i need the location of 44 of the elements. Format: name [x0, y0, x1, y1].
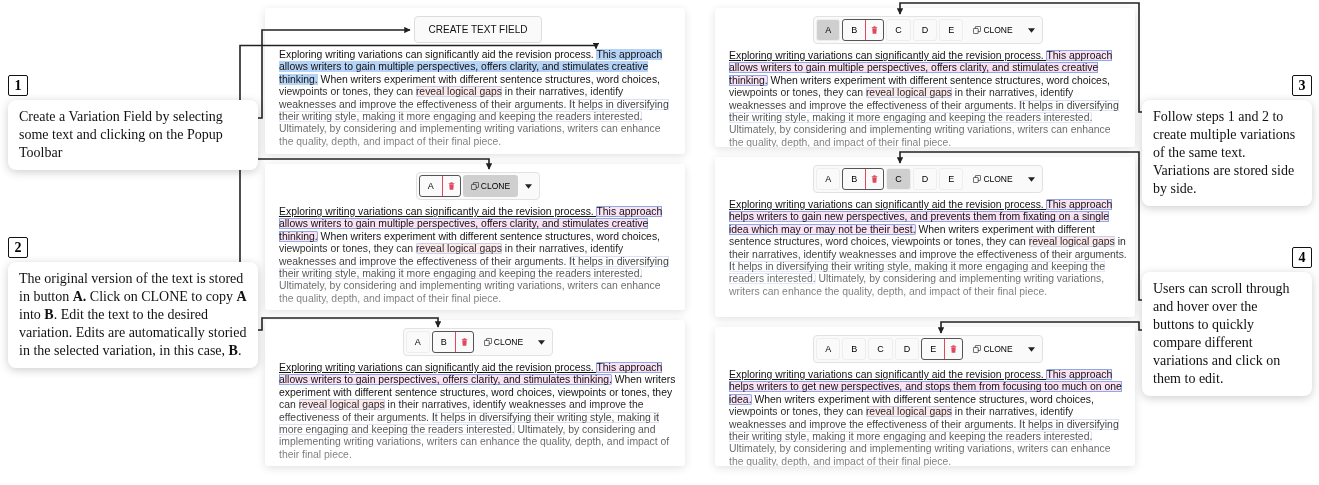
- variation-button[interactable]: A: [816, 19, 841, 41]
- callout: Users can scroll through and hover over the buttons to quickly compare different variations and click on them to edit.: [1142, 272, 1312, 396]
- variation-button[interactable]: E: [939, 19, 964, 41]
- caret-icon: [1027, 27, 1035, 33]
- callout: Create a Variation Field by selecting some text and clicking on the Popup Toolbar: [8, 100, 258, 170]
- variation-button[interactable]: D: [894, 338, 920, 360]
- step-number: 3: [1292, 75, 1312, 96]
- paragraph-text[interactable]: Exploring writing variations can significantly aid the revision process. This approach allows writers to gain perspectives, offers clarity, and stimulates thinking. When writers experiment with different sentence structures, word choices, viewpoints or tones, they can reveal logical gaps in their narratives, identify weaknesses and improve the effectiveness of their arguments. It helps in diversifying their writing style, making it more engaging and keeping the readers interested. Ultimately, by considering and implementing writing variations, writers can enhance the quality, depth, and impact of their final piece.: [279, 362, 677, 462]
- caret-icon: [1027, 176, 1035, 182]
- paragraph-text[interactable]: Exploring writing variations can significantly aid the revision process. This approach allows writers to gain multiple perspectives, offers clarity, and stimulates creative thinking. When writers experiment with different sentence structures, word choices, viewpoints or tones, they can reveal logical gaps in their narratives, identify weaknesses and improve the effectiveness of their arguments. It helps in diversifying their writing style, making it more engaging and keeping the readers interested. Ultimately, by considering and implementing writing variations, writers can enhance the quality, depth, and impact of their final piece.: [729, 50, 1127, 147]
- variation-button[interactable]: E: [921, 338, 964, 360]
- variation-button[interactable]: C: [886, 168, 911, 190]
- paragraph-text[interactable]: Exploring writing variations can significantly aid the revision process. This approach allows writers to gain multiple perspectives, offers clarity, and stimulates creative thinking. When writers experiment with different sentence structures, word choices, viewpoints or tones, they can reveal logical gaps in their narratives, identify weaknesses and improve the effectiveness of their arguments. It helps in diversifying their writing style, making it more engaging and keeping the readers interested. Ultimately, by considering and implementing writing variations, writers can enhance the quality, depth, and impact of their final piece.: [279, 206, 677, 306]
- copy-icon: [973, 26, 982, 34]
- paragraph-text[interactable]: Exploring writing variations can significantly aid the revision process. This approach helps writers to get new perspectives, and stops them from focusing too much on one idea. When writers experiment with different sentence structures, word choices, viewpoints or tones, they can reveal logical gaps in their narratives, identify weaknesses and improve the effectiveness of their arguments. It helps in diversifying their writing style, making it more engaging and keeping the readers interested. Ultimately, by considering and implementing writing variations, writers can enhance the quality, depth, and impact of their final piece.: [729, 369, 1127, 466]
- copy-icon: [470, 182, 479, 190]
- variation-button[interactable]: A: [816, 168, 841, 190]
- variation-button[interactable]: B: [842, 19, 885, 41]
- paragraph-text[interactable]: Exploring writing variations can significantly aid the revision process. This approach allows writers to gain multiple perspectives, offers clarity, and stimulates creative thinking. When writers experiment with different sentence structures, word choices, viewpoints or tones, they can reveal logical gaps in their narratives, identify weaknesses and improve the effectiveness of their arguments. It helps in diversifying their writing style, making it more engaging and keeping the readers interested. Ultimately, by considering and implementing writing variations, writers can enhance the quality, depth, and impact of their final piece.: [279, 49, 677, 149]
- variation-button[interactable]: B: [842, 168, 885, 190]
- step-number: 4: [1292, 247, 1312, 268]
- create-text-field-button[interactable]: CREATE TEXT FIELD: [413, 16, 543, 43]
- caret-icon: [538, 339, 546, 345]
- variation-button[interactable]: B: [431, 331, 474, 353]
- variation-button[interactable]: A: [405, 331, 430, 353]
- variation-button[interactable]: A: [418, 175, 461, 197]
- clone-button[interactable]: CLONE: [462, 175, 519, 197]
- variation-button[interactable]: A: [816, 338, 841, 360]
- variation-button[interactable]: C: [868, 338, 893, 360]
- step-number: 2: [8, 237, 28, 258]
- variation-button[interactable]: B: [842, 338, 867, 360]
- caret-icon: [525, 183, 533, 189]
- copy-icon: [973, 345, 982, 353]
- variation-button[interactable]: C: [886, 19, 911, 41]
- callout: The original version of the text is stored in button A. Click on CLONE to copy A into B. Edit the text to the desired variation. Edits are automatically storied in the selected variation, in this case, B.: [8, 262, 258, 368]
- caret-icon: [1027, 346, 1035, 352]
- copy-icon: [973, 175, 982, 183]
- paragraph-text[interactable]: Exploring writing variations can significantly aid the revision process. This approach helps writers to gain new perspectives, and prevents them from fixating on a single idea which may or may not be their best. When writers experiment with different sentence structures, word choices, viewpoints or tones, they can reveal logical gaps in their narratives, identify weaknesses and improve the effectiveness of their arguments. It helps in diversifying their writing style, making it more engaging and keeping the readers interested. Ultimately, by considering and implementing writing variations, writers can enhance the quality, depth, and impact of their final piece.: [729, 199, 1127, 299]
- callout: Follow steps 1 and 2 to create multiple variations of the same text. Variations are stored side by side.: [1142, 100, 1312, 206]
- step-number: 1: [8, 75, 28, 96]
- variation-button[interactable]: D: [912, 168, 938, 190]
- copy-icon: [483, 338, 492, 346]
- variation-button[interactable]: E: [939, 168, 964, 190]
- variation-button[interactable]: D: [912, 19, 938, 41]
